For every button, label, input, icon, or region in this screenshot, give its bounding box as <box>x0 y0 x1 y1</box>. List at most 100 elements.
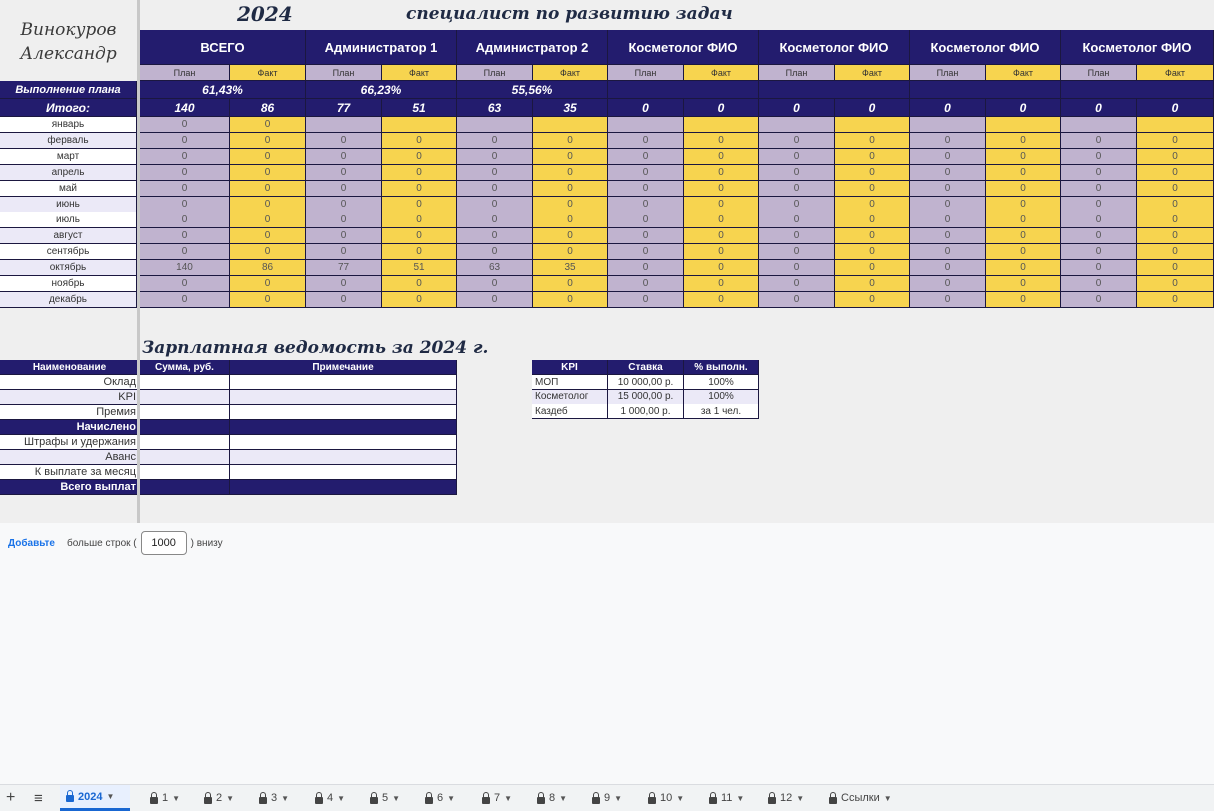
month-cell[interactable]: 0 <box>533 244 608 261</box>
month-cell[interactable]: 0 <box>1137 228 1214 245</box>
month-cell[interactable] <box>910 117 986 133</box>
month-cell[interactable]: 0 <box>986 228 1061 245</box>
chevron-down-icon[interactable]: ▼ <box>226 794 234 803</box>
month-cell[interactable]: 0 <box>306 244 382 261</box>
month-cell[interactable]: 0 <box>533 148 608 165</box>
month-cell[interactable]: 0 <box>230 212 306 229</box>
month-cell[interactable]: 0 <box>608 291 684 308</box>
month-cell[interactable]: 0 <box>1137 212 1214 229</box>
month-cell[interactable]: 0 <box>382 212 457 229</box>
chevron-down-icon[interactable]: ▼ <box>106 792 114 801</box>
month-cell[interactable]: 0 <box>457 228 533 245</box>
month-cell[interactable]: 0 <box>140 276 230 292</box>
sheet-tab-1[interactable]: 1 ▼ <box>144 785 184 811</box>
chevron-down-icon[interactable]: ▼ <box>559 794 567 803</box>
month-cell[interactable]: 0 <box>457 132 533 149</box>
month-cell[interactable]: 0 <box>759 180 835 197</box>
month-cell[interactable]: 0 <box>910 148 986 165</box>
month-cell[interactable]: 0 <box>835 228 910 245</box>
month-cell[interactable]: 0 <box>684 212 759 229</box>
month-cell[interactable]: 35 <box>533 260 608 277</box>
salary-sum-cell[interactable] <box>140 465 230 480</box>
month-cell[interactable]: 0 <box>1061 212 1137 229</box>
month-cell[interactable]: 0 <box>910 180 986 197</box>
chevron-down-icon[interactable]: ▼ <box>281 794 289 803</box>
month-cell[interactable]: 0 <box>835 196 910 213</box>
month-cell[interactable]: 0 <box>835 164 910 181</box>
month-cell[interactable]: 0 <box>986 212 1061 229</box>
month-cell[interactable]: 0 <box>457 164 533 181</box>
month-cell[interactable]: 0 <box>382 291 457 308</box>
month-cell[interactable]: 0 <box>608 212 684 229</box>
month-cell[interactable]: 0 <box>306 164 382 181</box>
chevron-down-icon[interactable]: ▼ <box>884 794 892 803</box>
month-cell[interactable]: 0 <box>986 196 1061 213</box>
month-cell[interactable]: 0 <box>382 228 457 245</box>
month-cell[interactable]: 0 <box>230 228 306 245</box>
month-cell[interactable]: 0 <box>457 276 533 292</box>
month-cell[interactable]: 86 <box>230 260 306 277</box>
month-cell[interactable]: 0 <box>684 260 759 277</box>
month-cell[interactable]: 0 <box>230 148 306 165</box>
month-cell[interactable]: 63 <box>457 260 533 277</box>
month-cell[interactable]: 0 <box>910 164 986 181</box>
sheet-tab-12[interactable]: 12 ▼ <box>762 785 808 811</box>
sheet-tab-5[interactable]: 5 ▼ <box>364 785 404 811</box>
add-rows-count-input[interactable]: 1000 <box>140 531 187 555</box>
month-cell[interactable]: 0 <box>910 276 986 292</box>
sheet-tab-8[interactable]: 8 ▼ <box>531 785 571 811</box>
month-cell[interactable] <box>1061 117 1137 133</box>
month-cell[interactable]: 0 <box>684 244 759 261</box>
month-cell[interactable]: 0 <box>684 148 759 165</box>
month-cell[interactable]: 0 <box>140 228 230 245</box>
month-cell[interactable]: 0 <box>835 148 910 165</box>
month-cell[interactable]: 0 <box>759 196 835 213</box>
month-cell[interactable]: 0 <box>835 291 910 308</box>
month-cell[interactable]: 0 <box>684 132 759 149</box>
month-cell[interactable]: 0 <box>382 276 457 292</box>
month-cell[interactable]: 0 <box>759 164 835 181</box>
chevron-down-icon[interactable]: ▼ <box>392 794 400 803</box>
month-cell[interactable]: 0 <box>608 132 684 149</box>
month-cell[interactable]: 0 <box>1137 244 1214 261</box>
month-cell[interactable]: 0 <box>1137 132 1214 149</box>
chevron-down-icon[interactable]: ▼ <box>447 794 455 803</box>
chevron-down-icon[interactable]: ▼ <box>172 794 180 803</box>
frozen-column-divider[interactable] <box>137 0 140 523</box>
month-cell[interactable]: 0 <box>759 291 835 308</box>
salary-sum-cell[interactable] <box>140 375 230 390</box>
month-cell[interactable]: 0 <box>759 212 835 229</box>
month-cell[interactable]: 0 <box>457 148 533 165</box>
month-cell[interactable]: 0 <box>608 196 684 213</box>
sheet-tab-3[interactable]: 3 ▼ <box>253 785 293 811</box>
salary-note-cell[interactable] <box>230 435 457 450</box>
month-cell[interactable]: 0 <box>457 212 533 229</box>
month-cell[interactable]: 0 <box>986 132 1061 149</box>
chevron-down-icon[interactable]: ▼ <box>614 794 622 803</box>
month-cell[interactable]: 0 <box>835 244 910 261</box>
month-cell[interactable]: 0 <box>382 164 457 181</box>
month-cell[interactable]: 0 <box>140 132 230 149</box>
add-rows-button[interactable]: Добавьте <box>8 538 55 549</box>
month-cell[interactable]: 0 <box>382 180 457 197</box>
month-cell[interactable]: 0 <box>457 180 533 197</box>
month-cell[interactable]: 0 <box>306 132 382 149</box>
month-cell[interactable]: 0 <box>230 291 306 308</box>
month-cell[interactable]: 0 <box>835 132 910 149</box>
month-cell[interactable]: 0 <box>835 180 910 197</box>
month-cell[interactable]: 51 <box>382 260 457 277</box>
month-cell[interactable]: 0 <box>140 164 230 181</box>
month-cell[interactable] <box>986 117 1061 133</box>
month-cell[interactable]: 0 <box>230 196 306 213</box>
month-cell[interactable]: 0 <box>910 228 986 245</box>
month-cell[interactable]: 0 <box>986 260 1061 277</box>
month-cell[interactable]: 0 <box>230 117 306 133</box>
month-cell[interactable]: 0 <box>140 196 230 213</box>
month-cell[interactable]: 0 <box>684 276 759 292</box>
month-cell[interactable]: 0 <box>533 212 608 229</box>
salary-note-cell[interactable] <box>230 420 457 435</box>
month-cell[interactable]: 0 <box>533 180 608 197</box>
chevron-down-icon[interactable]: ▼ <box>337 794 345 803</box>
month-cell[interactable]: 0 <box>230 276 306 292</box>
month-cell[interactable]: 0 <box>533 276 608 292</box>
